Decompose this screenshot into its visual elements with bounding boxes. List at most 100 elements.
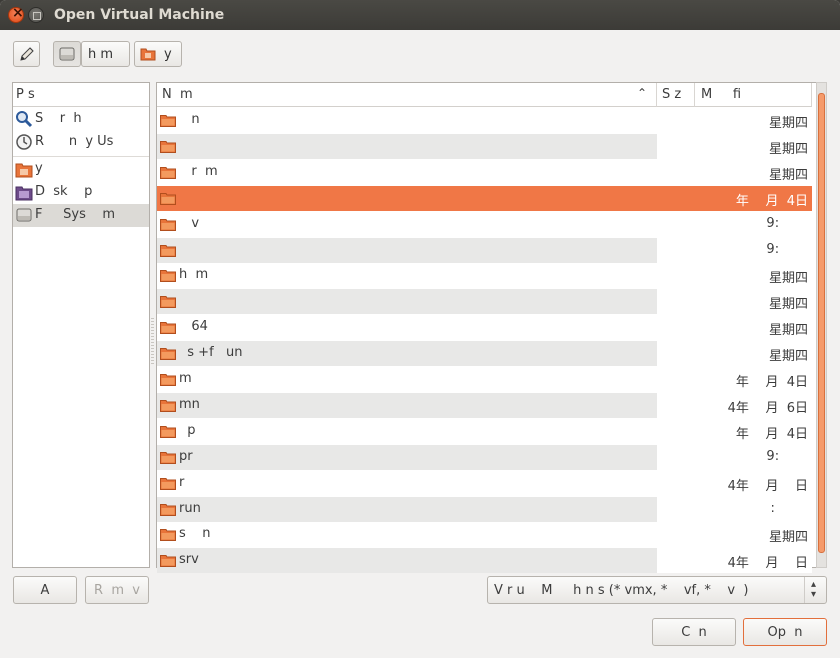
place-file-system[interactable]: F Sys m: [13, 204, 149, 227]
file-modified-label: 年 月 4日: [735, 375, 808, 390]
place-home-folder-label: y: [35, 161, 43, 176]
harddisk-icon: [59, 47, 75, 61]
place-desktop[interactable]: D sk p: [13, 181, 149, 204]
file-name-cell: m: [157, 367, 657, 392]
cancel-button[interactable]: C n: [652, 618, 736, 646]
scrollbar-thumb[interactable]: [818, 93, 825, 553]
type-location-button[interactable]: [13, 41, 40, 67]
file-modified-label: 4年 月 6日: [727, 400, 808, 416]
file-name-label: s +f un: [179, 345, 243, 361]
path-button-home-label: h m: [88, 47, 114, 62]
place-file-system-label: F Sys m: [35, 207, 116, 222]
file-modified-cell: 4年 月 6日: [657, 392, 812, 418]
file-row[interactable]: m 年 月 4日: [157, 367, 812, 392]
folder-icon: [160, 270, 176, 283]
file-row[interactable]: r 4年 月 日: [157, 470, 812, 496]
open-button-label: Op n: [767, 625, 803, 640]
folder-icon: [160, 140, 176, 153]
folder-icon: [160, 399, 176, 412]
file-row[interactable]: pr 9:: [157, 444, 812, 470]
file-modified-cell: 4年 月 日: [657, 470, 812, 496]
file-row[interactable]: p 年 月 4日: [157, 418, 812, 444]
file-name-label: 64: [179, 319, 208, 335]
file-modified-cell: 年 月 4日: [657, 367, 812, 392]
file-name-cell: run: [157, 497, 657, 522]
file-row[interactable]: h m 星期四: [157, 263, 812, 289]
file-modified-label: :: [770, 500, 808, 516]
place-search-label: S r h: [35, 111, 82, 126]
file-name-label: run: [179, 500, 201, 516]
file-row[interactable]: s +f un 星期四: [157, 341, 812, 367]
pencil-icon: [20, 47, 34, 61]
maximize-window-button[interactable]: [28, 7, 44, 23]
file-row[interactable]: 9:: [157, 237, 812, 263]
file-list-scrollbar[interactable]: [816, 82, 827, 568]
file-modified-label: 星期四: [768, 297, 808, 313]
file-row[interactable]: r m 星期四: [157, 159, 812, 185]
file-row[interactable]: 星期四: [157, 133, 812, 159]
folder-icon: [160, 115, 176, 127]
path-button-home[interactable]: h m: [81, 41, 130, 67]
file-row[interactable]: 年 月 4日: [157, 185, 812, 211]
remove-bookmark-button[interactable]: R m v: [85, 576, 149, 604]
file-name-cell: r: [157, 471, 657, 496]
file-name-label: m: [179, 371, 192, 386]
file-row[interactable]: 64 星期四: [157, 315, 812, 341]
file-name-label: r: [179, 474, 185, 490]
file-name-cell: pr: [157, 445, 657, 470]
file-name-cell: [157, 134, 657, 159]
path-button-user-folder[interactable]: y: [134, 41, 182, 67]
column-header-name-label: N m: [162, 87, 193, 102]
open-vm-dialog: Open Virtual Machine h m y P s: [0, 0, 840, 658]
search-icon: [16, 111, 33, 128]
file-modified-label: 4年 月 日: [727, 556, 808, 572]
file-row[interactable]: 星期四: [157, 289, 812, 315]
file-modified-label: 星期四: [768, 141, 808, 157]
column-header-modified[interactable]: M fi: [695, 83, 812, 107]
file-name-label: v: [179, 215, 200, 231]
file-row[interactable]: mn 4年 月 6日: [157, 392, 812, 418]
file-modified-label: 9:: [766, 241, 808, 257]
folder-icon: [160, 218, 176, 231]
file-row[interactable]: v 9:: [157, 211, 812, 237]
file-modified-label: 星期四: [768, 271, 808, 287]
file-name-cell: [157, 289, 657, 314]
open-button[interactable]: Op n: [743, 618, 827, 646]
close-window-button[interactable]: [8, 5, 24, 23]
file-row[interactable]: run:: [157, 496, 812, 522]
place-search[interactable]: S r h: [13, 108, 149, 131]
places-separator: [13, 156, 149, 157]
add-bookmark-button[interactable]: A: [13, 576, 77, 604]
file-modified-cell: 星期四: [657, 315, 812, 341]
file-modified-cell: 星期四: [657, 522, 812, 548]
file-name-cell: v: [157, 212, 657, 237]
folder-icon: [160, 529, 176, 542]
folder-icon: [160, 451, 176, 464]
file-name-cell: [157, 238, 657, 263]
combo-arrows-icon: ▴ ▾: [804, 577, 826, 603]
column-header-size[interactable]: S z: [657, 83, 695, 107]
place-recently-used[interactable]: R n y Us: [13, 131, 149, 154]
file-name-label: h m: [179, 267, 209, 283]
file-name-cell: p: [157, 419, 657, 444]
folder-icon: [160, 348, 176, 361]
places-sidebar: P s S r h R n y Us y D sk p F Sys m: [12, 82, 150, 568]
desktop-icon: [15, 186, 33, 201]
file-name-label: srv: [179, 552, 199, 568]
place-home-folder[interactable]: y: [13, 158, 149, 181]
file-name-cell: s n: [157, 522, 657, 547]
file-modified-label: 星期四: [768, 323, 808, 339]
file-name-cell: srv: [157, 548, 657, 573]
file-modified-cell: 9:: [657, 237, 812, 263]
file-row[interactable]: s n 星期四: [157, 522, 812, 548]
column-header-name[interactable]: N m ⌃: [157, 83, 657, 107]
file-type-filter-select[interactable]: V r u M h n s (* vmx, * vf, * v ) ▴ ▾: [487, 576, 827, 604]
place-desktop-label: D sk p: [35, 184, 93, 199]
file-row[interactable]: srv 4年 月 日: [157, 548, 812, 574]
file-name-cell: mn: [157, 393, 657, 418]
pane-splitter[interactable]: [151, 318, 154, 366]
root-path-button[interactable]: [53, 41, 81, 67]
file-list: N m ⌃ S z M fi n 星期四 星期四 r m 星期四年 月 4日 v 9: …: [156, 82, 827, 574]
file-modified-cell: 星期四: [657, 159, 812, 185]
file-row[interactable]: n 星期四: [157, 108, 812, 133]
